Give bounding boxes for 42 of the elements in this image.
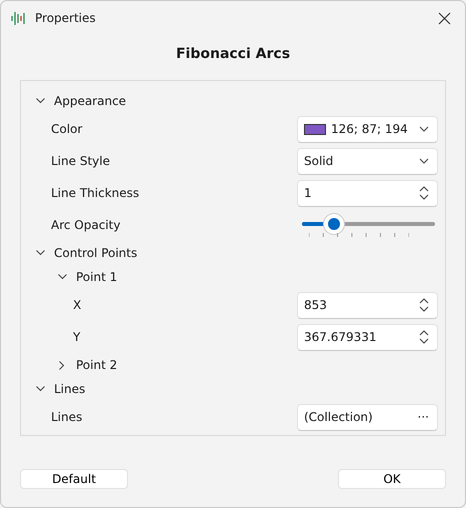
window-title: Properties (35, 10, 96, 27)
dialog-button[interactable]: Default (20, 469, 128, 489)
chevron-icon[interactable] (36, 98, 44, 104)
group-label: Control Points (54, 245, 138, 262)
slider-thumb[interactable] (324, 214, 344, 234)
spin-icon[interactable] (419, 297, 429, 313)
app-icon (11, 10, 26, 26)
field-value: Solid (304, 153, 334, 170)
spin-icon[interactable] (419, 329, 429, 345)
property-label: Lines (51, 409, 82, 426)
dropdown-icon[interactable] (419, 158, 429, 164)
number-field[interactable]: 1 (297, 180, 438, 206)
property-label: Arc Opacity (51, 217, 120, 234)
chevron-icon[interactable] (36, 250, 44, 256)
close-icon[interactable] (438, 12, 451, 24)
property-label: X (73, 297, 82, 314)
collection-field[interactable]: (Collection) ··· (297, 404, 438, 430)
number-field[interactable]: 367.679331 (297, 324, 438, 350)
field-value: 853 (304, 297, 327, 314)
field-value: 126; 87; 194 (331, 121, 408, 138)
property-label: Y (73, 329, 80, 346)
dialog-heading: Fibonacci Arcs (174, 45, 292, 64)
chevron-icon[interactable] (36, 386, 44, 392)
chevron-icon[interactable] (59, 360, 65, 370)
number-field[interactable]: 853 (297, 292, 438, 318)
group-label: Point 2 (76, 357, 118, 374)
field-value: 1 (304, 185, 312, 202)
property-label: Line Style (51, 153, 110, 170)
dropdown-icon[interactable] (419, 126, 429, 132)
chevron-icon[interactable] (58, 274, 66, 280)
spin-icon[interactable] (419, 185, 429, 201)
group-label: Lines (54, 381, 86, 398)
field-value: 367.679331 (304, 329, 377, 346)
group-label: Point 1 (76, 269, 118, 286)
property-label: Color (51, 121, 82, 138)
property-label: Line Thickness (51, 185, 140, 202)
dropdown-field[interactable]: Solid (297, 148, 438, 174)
group-label: Appearance (54, 93, 126, 110)
ellipsis-button[interactable]: ··· (418, 408, 429, 426)
color-dropdown[interactable]: 126; 87; 194 (297, 116, 438, 142)
field-value: (Collection) (304, 409, 373, 426)
dialog-button[interactable]: OK (338, 469, 446, 489)
